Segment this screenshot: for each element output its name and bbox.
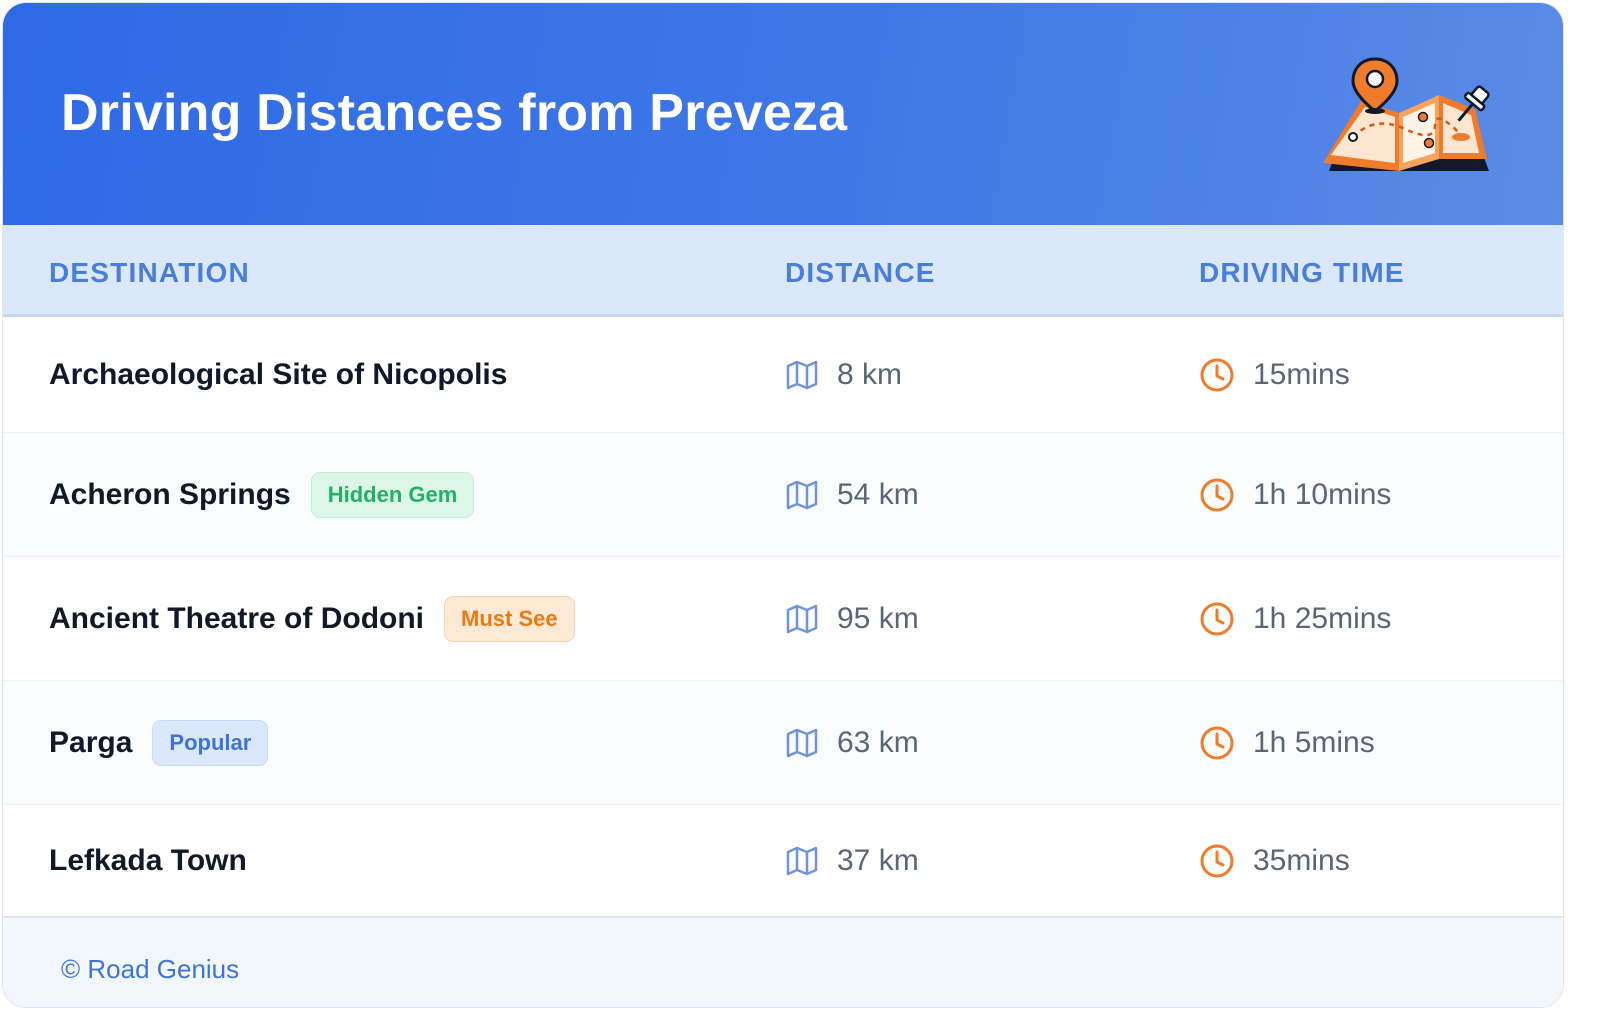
destination-cell: Acheron Springs Hidden Gem xyxy=(49,471,475,518)
destination-cell: Lefkada Town xyxy=(49,844,247,878)
table-row: Acheron Springs Hidden Gem 54 km 1h 10mi… xyxy=(3,433,1563,557)
distance-cell: 54 km xyxy=(785,478,919,512)
distance-value: 95 km xyxy=(837,601,919,635)
time-cell: 1h 5mins xyxy=(1199,725,1375,761)
badge-must-see: Must See xyxy=(444,595,575,642)
clock-icon xyxy=(1199,725,1235,761)
destination-cell: Parga Popular xyxy=(49,719,269,766)
clock-icon xyxy=(1199,601,1235,637)
clock-icon xyxy=(1199,477,1235,513)
distance-cell: 95 km xyxy=(785,602,919,636)
footer-credit: © Road Genius xyxy=(61,954,240,984)
time-cell: 1h 25mins xyxy=(1199,601,1391,637)
map-with-pin-icon xyxy=(1323,57,1490,171)
map-icon xyxy=(785,846,819,876)
time-cell: 35mins xyxy=(1199,843,1350,879)
column-header-driving-time: DRIVING TIME xyxy=(1199,257,1405,288)
page-title: Driving Distances from Preveza xyxy=(61,84,848,142)
time-cell: 15mins xyxy=(1199,357,1350,393)
destination-name: Lefkada Town xyxy=(49,843,247,877)
clock-icon xyxy=(1199,843,1235,879)
column-header-distance: DISTANCE xyxy=(785,257,936,288)
destination-cell: Ancient Theatre of Dodoni Must See xyxy=(49,595,575,642)
table-row: Parga Popular 63 km 1h 5mins xyxy=(3,681,1563,805)
driving-time-value: 35mins xyxy=(1253,843,1350,877)
driving-time-value: 1h 10mins xyxy=(1253,477,1392,511)
distance-value: 8 km xyxy=(837,357,903,391)
table-row: Ancient Theatre of Dodoni Must See 95 km… xyxy=(3,557,1563,681)
destination-name: Acheron Springs xyxy=(49,477,291,511)
distance-card: Driving Distances from Preveza DESTINATI… xyxy=(2,2,1564,1008)
badge-hidden-gem: Hidden Gem xyxy=(310,471,475,518)
map-icon xyxy=(785,604,819,634)
card-header: Driving Distances from Preveza xyxy=(3,3,1563,225)
time-cell: 1h 10mins xyxy=(1199,477,1391,513)
map-icon xyxy=(785,360,819,390)
driving-time-value: 15mins xyxy=(1253,357,1350,391)
destination-name: Archaeological Site of Nicopolis xyxy=(49,357,508,391)
map-icon xyxy=(785,728,819,758)
distance-cell: 37 km xyxy=(785,844,919,878)
clock-icon xyxy=(1199,357,1235,393)
distance-cell: 63 km xyxy=(785,726,919,760)
badge-popular: Popular xyxy=(152,719,269,766)
destination-cell: Archaeological Site of Nicopolis xyxy=(49,358,507,392)
distance-value: 54 km xyxy=(837,477,919,511)
distance-value: 37 km xyxy=(837,843,919,877)
table-row: Archaeological Site of Nicopolis 8 km 15… xyxy=(3,317,1563,433)
map-icon xyxy=(785,480,819,510)
table-column-headers: DESTINATION DISTANCE DRIVING TIME xyxy=(3,225,1563,317)
destination-name: Parga xyxy=(49,725,133,759)
distance-cell: 8 km xyxy=(785,358,902,392)
table-row: Lefkada Town 37 km 35mins xyxy=(3,805,1563,916)
column-header-destination: DESTINATION xyxy=(49,257,250,288)
distance-value: 63 km xyxy=(837,725,919,759)
driving-time-value: 1h 25mins xyxy=(1253,601,1392,635)
destination-name: Ancient Theatre of Dodoni xyxy=(49,601,424,635)
driving-time-value: 1h 5mins xyxy=(1253,725,1375,759)
card-footer: © Road Genius xyxy=(3,916,1563,1007)
